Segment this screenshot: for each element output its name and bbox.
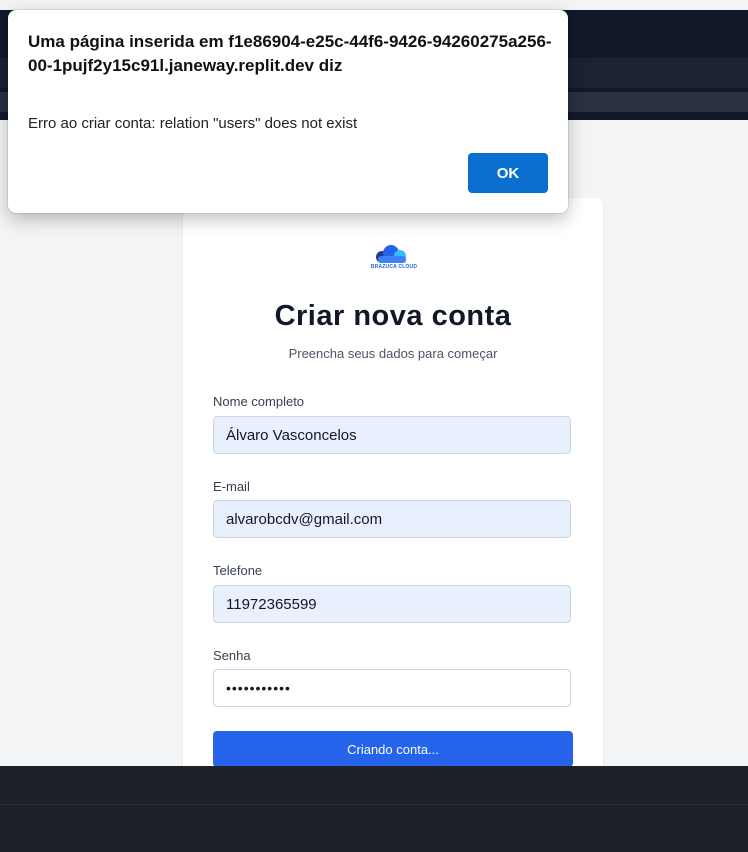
alert-dialog: Uma página inserida em f1e86904-e25c-44f… [8, 10, 568, 213]
phone-label: Telefone [213, 563, 263, 578]
browser-top-strip [0, 0, 748, 10]
page-background: BRAZUCA CLOUD Criar nova conta Preencha … [0, 120, 748, 818]
dialog-message: Erro ao criar conta: relation "users" do… [28, 115, 358, 132]
bottom-bar-divider [0, 804, 748, 805]
name-label: Nome completo [213, 394, 305, 409]
signup-card: BRAZUCA CLOUD Criar nova conta Preencha … [183, 198, 603, 818]
brand-logo: BRAZUCA CLOUD [369, 242, 419, 272]
cloud-logo-icon [376, 245, 406, 263]
browser-bottom-bar [0, 766, 748, 852]
page-subtitle: Preencha seus dados para começar [288, 346, 498, 361]
password-input[interactable] [213, 669, 571, 707]
page-title: Criar nova conta [274, 300, 512, 332]
email-label: E-mail [213, 479, 250, 494]
full-name-input[interactable] [213, 416, 571, 454]
phone-input[interactable] [213, 585, 571, 623]
brand-logo-text: BRAZUCA CLOUD [370, 264, 418, 270]
create-account-button[interactable]: Criando conta... [213, 731, 573, 767]
dialog-title: Uma página inserida em f1e86904-e25c-44f… [28, 32, 552, 75]
email-input[interactable] [213, 500, 571, 538]
dialog-ok-button[interactable]: OK [468, 153, 548, 193]
password-label: Senha [213, 648, 251, 663]
